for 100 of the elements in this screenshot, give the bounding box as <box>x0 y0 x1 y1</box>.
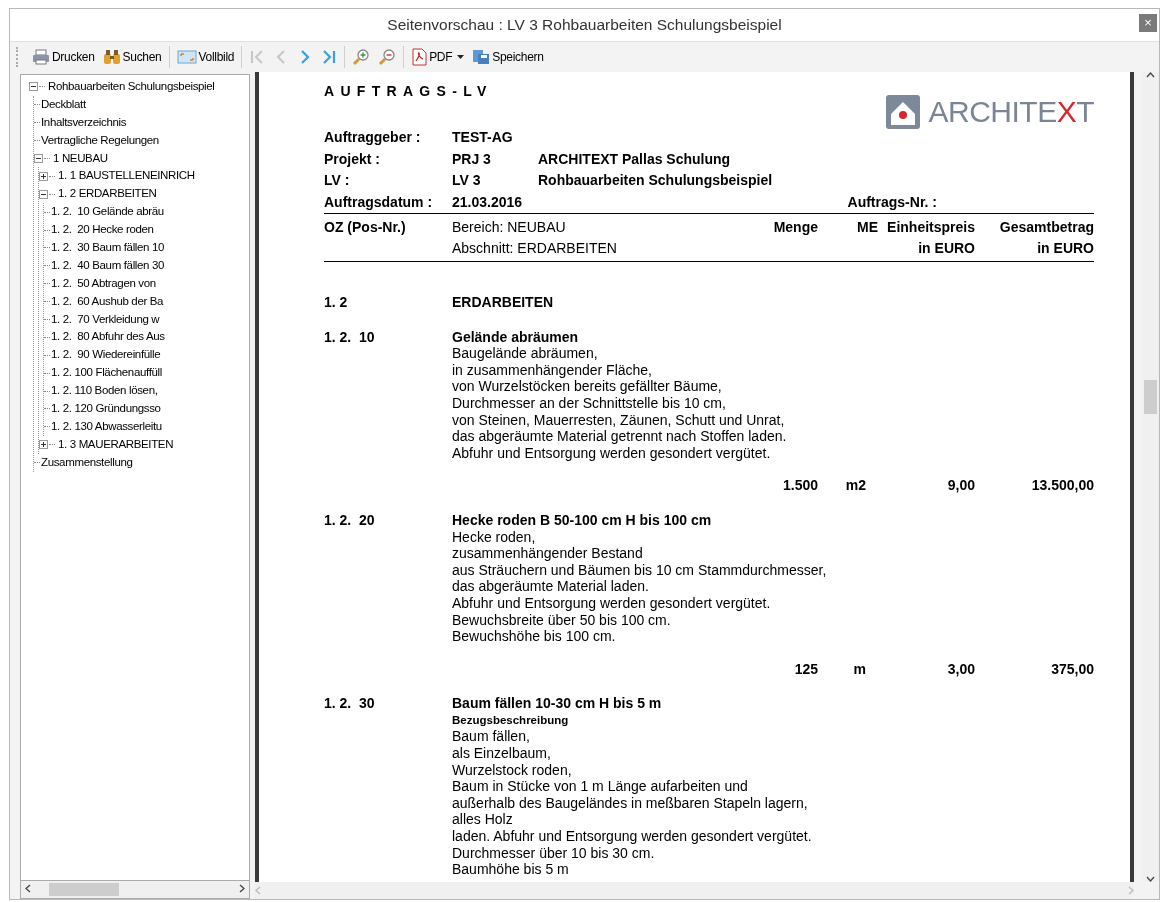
printer-icon <box>32 49 50 65</box>
description-line: das abgeräumte Material laden. <box>452 578 650 595</box>
position-title: Baum fällen 10-30 cm H bis 5 m <box>452 695 663 712</box>
tree-item[interactable]: 1. 2. 40 Baum fällen 30 <box>50 256 166 275</box>
description-line: Wurzelstock roden, <box>452 761 573 779</box>
column-header: Gesamtbetrag <box>998 218 1094 237</box>
field-label: Auftrags-Nr. : <box>847 192 938 212</box>
column-header: ME <box>856 218 878 237</box>
description-line: Durchmesser an der Schnittstelle bis 10 cm, <box>452 394 727 412</box>
description-line: aus Sträuchern und Bäumen bis 10 cm Stammdurchmesser, <box>452 561 828 579</box>
print-button[interactable]: Drucken <box>29 46 98 68</box>
document-title: AUFTRAGS-LV <box>324 83 493 100</box>
field-value: PRJ 3 <box>452 149 492 169</box>
pdf-button[interactable]: PDF <box>408 46 468 68</box>
tree-item[interactable]: 1. 2 ERDARBEITEN <box>57 185 158 204</box>
tree-item[interactable]: 1. 2. 10 Gelände abräu <box>50 203 165 222</box>
scroll-thumb[interactable] <box>49 883 119 896</box>
description-line: Hecke roden, <box>452 528 537 546</box>
position-number: 1. 2. 10 <box>324 328 376 347</box>
group-title: ERDARBEITEN <box>452 294 555 311</box>
price-cell-text: 9,00 <box>946 477 975 494</box>
description-line: Durchmesser über 10 bis 30 cm. <box>452 844 656 862</box>
tree-item[interactable]: 1. 2. 30 Baum fällen 10 <box>50 239 166 257</box>
position-number: 1. 2. 20 <box>324 511 376 530</box>
horizontal-scrollbar[interactable] <box>20 880 250 899</box>
section-label: Bereich: NEUBAU <box>452 218 567 237</box>
tree-item[interactable]: 1. 2. 50 Abtragen von <box>50 274 157 293</box>
description-line: das abgeräumte Material getrennt nach Stoffen laden. <box>452 428 788 445</box>
description-line: Abfuhr und Entsorgung werden gesondert vergütet. <box>452 594 772 612</box>
column-header: OZ (Pos-Nr.) <box>324 218 407 237</box>
description-line: außerhalb des Baugeländes in meßbaren Stapeln lagern, <box>452 794 809 812</box>
description-line: Bewuchsbreite über 50 bis 100 cm. <box>452 611 672 629</box>
description-line: von Wurzelstöcken bereits gefällter Bäume, <box>452 378 723 395</box>
tree-item[interactable]: 1 NEUBAU <box>52 149 109 168</box>
save-button[interactable]: Speichern <box>469 46 547 68</box>
collapse-toggle[interactable] <box>29 82 38 92</box>
column-header: in EURO <box>917 239 975 258</box>
tree-item[interactable]: 1. 2. 110 Boden lösen, <box>50 382 159 401</box>
expand-toggle[interactable] <box>39 440 48 450</box>
description-line: Baugelände abräumen, <box>452 345 599 362</box>
quantity-cell-text: 125 <box>793 660 818 678</box>
tree-item[interactable]: 1. 2. 60 Aushub der Ba <box>50 292 165 311</box>
tree-item[interactable]: 1. 2. 120 Gründungsso <box>50 400 162 418</box>
total-cell-text: 13.500,00 <box>1030 477 1094 494</box>
position-title: Gelände abräumen <box>452 328 580 346</box>
floppy-disk-icon <box>472 49 491 65</box>
zoom-out-icon <box>378 48 397 66</box>
field-label: Auftraggeber : <box>324 128 422 147</box>
tree-item[interactable]: 1. 2. 90 Wiedereinfülle <box>50 346 162 365</box>
tree-item[interactable]: Rohbauarbeiten Schulungsbeispiel <box>47 78 216 96</box>
description-line: laden. Abfuhr und Entsorgung werden gesondert vergütet. <box>452 828 813 845</box>
position-number: 1. 2. 30 <box>324 695 376 714</box>
column-header: Menge <box>772 218 818 237</box>
logo-text: ARCHITEXT <box>928 95 1094 129</box>
search-button[interactable]: Suchen <box>99 46 165 68</box>
total-cell-text: 375,00 <box>1050 660 1094 678</box>
tree-item[interactable]: 1. 2. 130 Abwasserleitu <box>50 417 163 436</box>
house-logo-icon <box>886 95 921 129</box>
fullscreen-icon <box>176 49 197 65</box>
position-subtitle: Bezugsbeschreibung <box>452 712 570 728</box>
description-line: zusammenhängender Bestand <box>452 545 644 562</box>
field-label: LV : <box>324 171 351 190</box>
scroll-thumb[interactable] <box>1144 380 1157 414</box>
description-line: Baumhöhe bis 5 m <box>452 861 570 878</box>
tree-item[interactable]: 1. 2. 80 Abfuhr des Aus <box>50 328 166 347</box>
first-page-icon <box>249 49 266 65</box>
field-label: Projekt : <box>324 149 381 169</box>
position-title: Hecke roden B 50-100 cm H bis 100 cm <box>452 511 713 529</box>
description-line: alles Holz <box>452 811 514 829</box>
field-value: 21.03.2016 <box>452 192 524 212</box>
window-title: Seitenvorschau : LV 3 Rohbauarbeiten Schulungsbeispiel <box>387 16 782 34</box>
collapse-toggle[interactable] <box>39 189 48 199</box>
price-cell-text: 3,00 <box>946 660 975 678</box>
tree-item[interactable]: Inhaltsverzeichnis <box>40 113 128 132</box>
unit-cell-text: m <box>852 660 867 678</box>
zoom-in-icon <box>352 48 371 66</box>
field-value: LV 3 <box>452 171 482 190</box>
field-value: Rohbauarbeiten Schulungsbeispiel <box>538 171 774 190</box>
expand-toggle[interactable] <box>39 171 48 181</box>
tree-item[interactable]: Zusammenstellung <box>40 453 134 472</box>
position-number: 1. 2 <box>324 294 349 311</box>
tree-item[interactable]: 1. 3 MAUERARBEITEN <box>57 435 175 454</box>
tree-item[interactable]: Vertragliche Regelungen <box>40 131 160 150</box>
fullscreen-button[interactable]: Vollbild <box>173 46 238 68</box>
tree-item[interactable]: 1. 2. 100 Flächenauffüll <box>50 364 163 383</box>
tree-item[interactable]: 1. 2. 70 Verkleidung w <box>50 310 161 329</box>
tree-item[interactable]: 1. 2. 20 Hecke roden <box>50 221 155 240</box>
binoculars-icon <box>102 49 121 65</box>
tree-item[interactable]: Deckblatt <box>40 95 87 114</box>
description-line: Bewuchshöhe bis 100 cm. <box>452 628 617 645</box>
description-line: als Einzelbaum, <box>452 745 552 762</box>
tree-item[interactable]: 1. 1 BAUSTELLENEINRICH <box>57 167 196 186</box>
close-button[interactable]: × <box>1139 14 1157 32</box>
collapse-toggle[interactable] <box>34 154 43 163</box>
description-line: in zusammenhängender Fläche, <box>452 361 653 379</box>
description-line: Baum in Stücke von 1 m Länge aufarbeiten und <box>452 778 749 795</box>
field-value: TEST-AG <box>452 128 514 147</box>
description-line: Abfuhr und Entsorgung werden gesondert vergütet. <box>452 444 772 462</box>
column-header: in EURO <box>1036 239 1094 258</box>
field-label: Auftragsdatum : <box>324 192 434 212</box>
